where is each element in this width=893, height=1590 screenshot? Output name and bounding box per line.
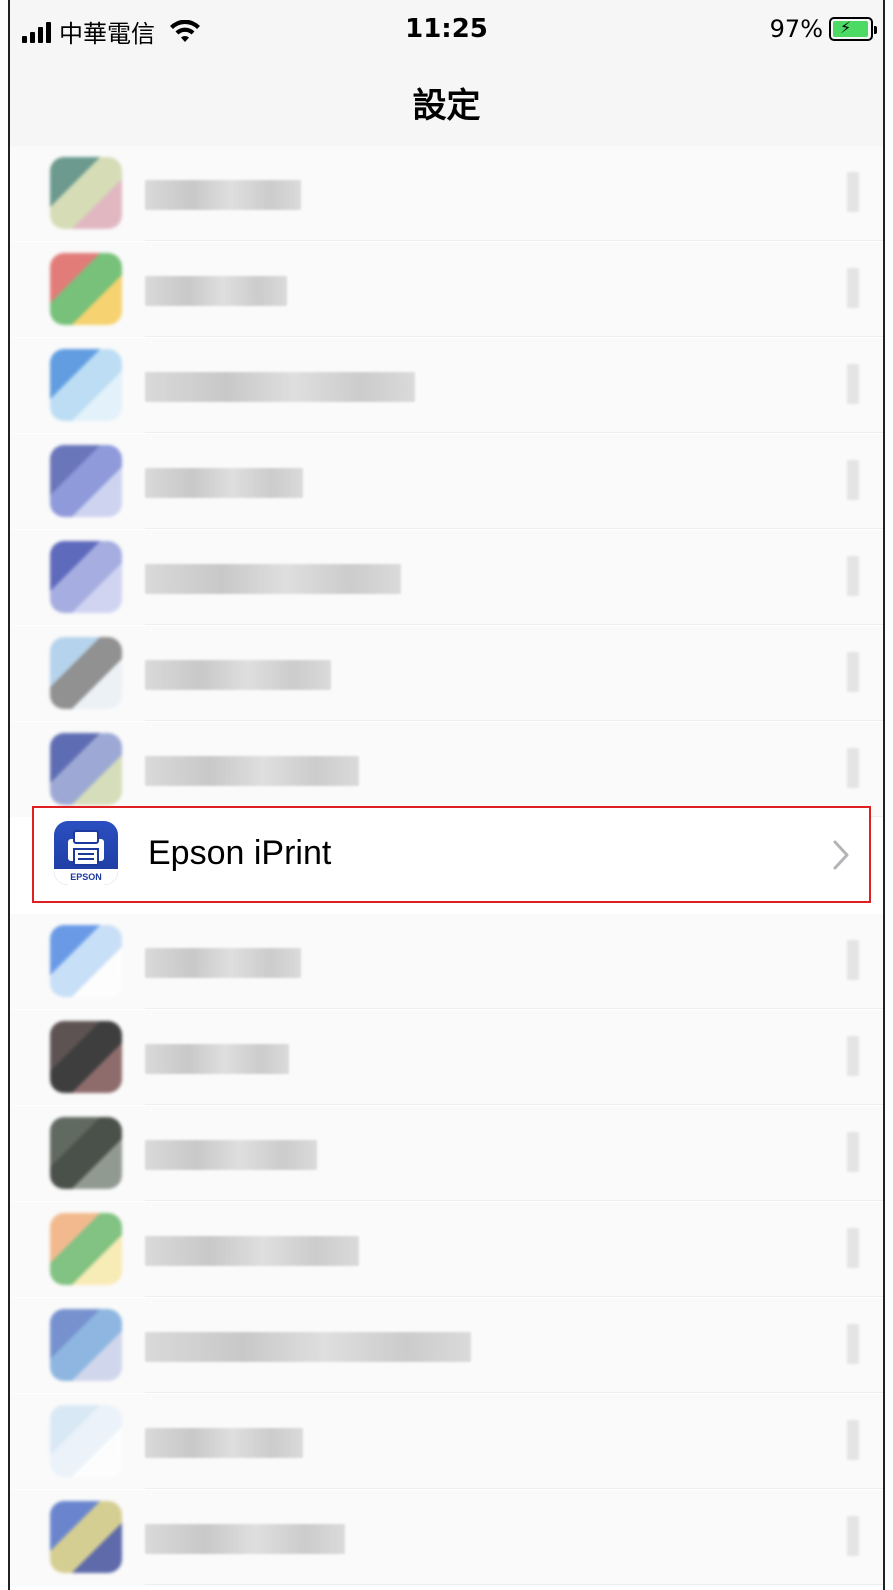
charging-bolt-icon: ⚡ — [840, 18, 852, 37]
app-icon — [50, 1117, 122, 1189]
app-name-blurred — [145, 372, 415, 402]
app-name-blurred — [145, 564, 401, 594]
app-icon — [50, 637, 122, 709]
chevron-right-icon — [833, 840, 849, 870]
status-time: 11:25 — [405, 14, 488, 44]
chevron-right-icon — [847, 1036, 859, 1076]
app-name-blurred — [145, 1044, 289, 1074]
app-icon — [50, 1405, 122, 1477]
chevron-right-icon — [847, 1324, 859, 1364]
status-right: 97% ⚡ — [769, 15, 877, 43]
app-settings-row[interactable] — [10, 914, 883, 1009]
app-icon — [50, 1021, 122, 1093]
app-settings-row[interactable] — [10, 434, 883, 529]
app-icon — [50, 253, 122, 325]
app-name-blurred — [145, 276, 287, 306]
app-icon — [50, 445, 122, 517]
app-name-blurred — [145, 1428, 303, 1458]
chevron-right-icon — [847, 940, 859, 980]
app-name-blurred — [145, 1332, 471, 1362]
app-name-blurred — [145, 948, 301, 978]
app-name-blurred — [145, 660, 331, 690]
epson-iprint-row[interactable]: EPSON Epson iPrint — [32, 806, 871, 903]
app-icon — [50, 1213, 122, 1285]
app-icon — [50, 1501, 122, 1573]
chevron-right-icon — [847, 1228, 859, 1268]
app-icon — [50, 349, 122, 421]
chevron-right-icon — [847, 556, 859, 596]
app-name-blurred — [145, 468, 303, 498]
chevron-right-icon — [847, 748, 859, 788]
epson-iprint-label: Epson iPrint — [148, 834, 332, 872]
app-settings-row[interactable] — [10, 242, 883, 337]
app-settings-row[interactable] — [10, 1298, 883, 1393]
app-icon — [50, 733, 122, 805]
app-settings-row[interactable] — [10, 1394, 883, 1489]
chevron-right-icon — [847, 652, 859, 692]
battery-icon: ⚡ — [829, 17, 877, 41]
app-icon — [50, 157, 122, 229]
chevron-right-icon — [847, 460, 859, 500]
status-bar: 中華電信 11:25 97% ⚡ — [10, 0, 883, 62]
app-settings-row[interactable] — [10, 1106, 883, 1201]
app-icon — [50, 541, 122, 613]
app-settings-row[interactable] — [10, 146, 883, 241]
chevron-right-icon — [847, 1420, 859, 1460]
app-settings-row[interactable] — [10, 626, 883, 721]
chevron-right-icon — [847, 172, 859, 212]
chevron-right-icon — [847, 1516, 859, 1556]
battery-percentage: 97% — [769, 15, 823, 43]
chevron-right-icon — [847, 1132, 859, 1172]
page-title: 設定 — [412, 86, 481, 126]
app-settings-row[interactable] — [10, 338, 883, 433]
epson-iprint-app-icon: EPSON — [54, 821, 118, 885]
app-settings-row[interactable] — [10, 1010, 883, 1105]
app-settings-row[interactable] — [10, 1202, 883, 1297]
app-settings-row[interactable] — [10, 722, 883, 817]
chevron-right-icon — [847, 364, 859, 404]
app-name-blurred — [145, 180, 301, 210]
app-settings-row[interactable] — [10, 1490, 883, 1585]
app-name-blurred — [145, 1524, 345, 1554]
navigation-bar: 設定 — [10, 62, 883, 147]
settings-screen: 中華電信 11:25 97% ⚡ 設定 EPSON Epson iPrint — [8, 0, 885, 1590]
app-name-blurred — [145, 1140, 317, 1170]
app-settings-row[interactable] — [10, 530, 883, 625]
epson-brand-text: EPSON — [54, 869, 118, 885]
app-icon — [50, 925, 122, 997]
app-icon — [50, 1309, 122, 1381]
app-name-blurred — [145, 1236, 359, 1266]
app-name-blurred — [145, 756, 359, 786]
chevron-right-icon — [847, 268, 859, 308]
